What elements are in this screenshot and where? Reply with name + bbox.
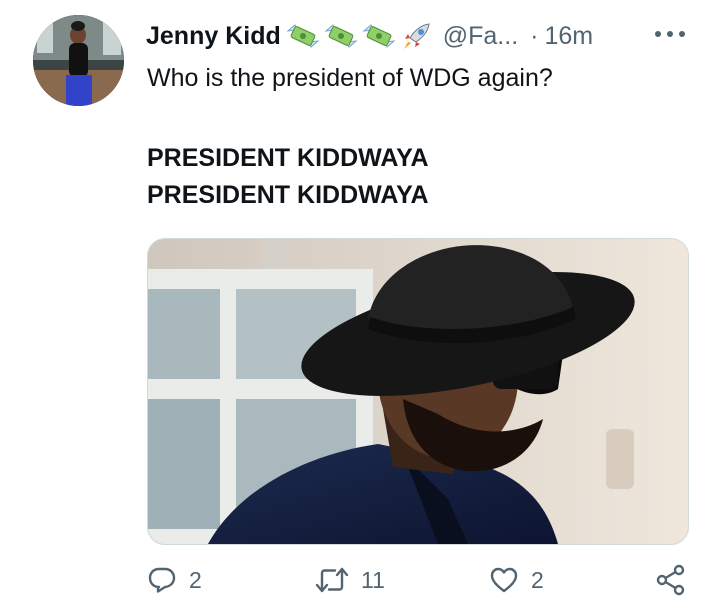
retweet-count: 11 — [361, 566, 385, 593]
share-icon — [656, 564, 685, 596]
author-avatar[interactable] — [33, 15, 124, 106]
heart-icon — [490, 567, 518, 593]
money-with-wings-icon — [286, 24, 320, 48]
tweet-actions: 2 11 2 — [147, 555, 692, 605]
avatar-photo — [33, 15, 124, 106]
reply-icon — [148, 567, 176, 593]
tweet-text-line-3: PRESIDENT KIDDWAYA — [147, 181, 429, 209]
tweet-header: Jenny Kidd @Fa... · 16m — [146, 18, 686, 54]
photo-icon — [148, 239, 688, 544]
retweet-button[interactable]: 11 — [315, 555, 385, 605]
reply-button[interactable]: 2 — [147, 555, 202, 605]
money-with-wings-icon — [324, 24, 358, 48]
money-with-wings-icon — [362, 24, 396, 48]
header-separator: · — [530, 21, 539, 50]
like-button[interactable]: 2 — [489, 555, 544, 605]
author-handle[interactable]: @Fa... — [443, 22, 518, 51]
rocket-icon — [403, 23, 430, 49]
share-button[interactable] — [655, 555, 687, 605]
like-count: 2 — [531, 566, 544, 593]
tweet-text-line-2: PRESIDENT KIDDWAYA — [147, 144, 429, 172]
tweet-media-image[interactable] — [147, 238, 689, 545]
author-name[interactable]: Jenny Kidd — [146, 22, 281, 51]
reply-count: 2 — [189, 566, 202, 593]
more-options-icon[interactable] — [653, 24, 687, 44]
tweet-text-line-1: Who is the president of WDG again? — [147, 64, 553, 92]
name-emojis — [285, 21, 437, 51]
tweet-timestamp[interactable]: 16m — [544, 22, 593, 51]
retweet-icon — [315, 567, 349, 593]
